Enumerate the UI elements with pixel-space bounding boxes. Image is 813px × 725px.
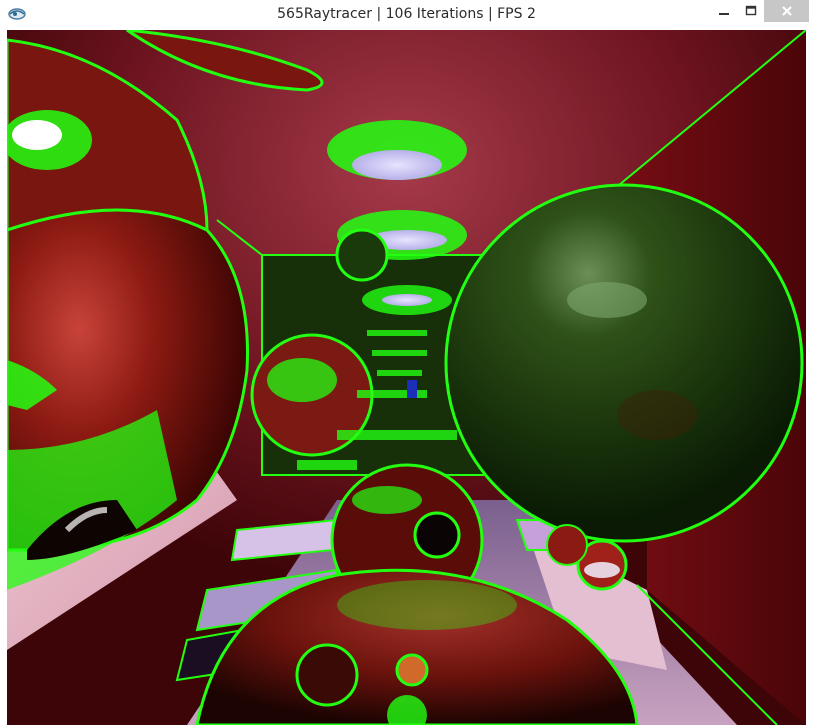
close-icon	[781, 2, 793, 21]
minimize-button[interactable]	[710, 0, 738, 22]
render-viewport[interactable]	[7, 30, 806, 725]
maximize-icon	[745, 2, 757, 21]
close-button[interactable]	[764, 0, 809, 22]
minimize-icon	[718, 2, 730, 21]
raytraced-render	[7, 30, 806, 725]
window-title: 565Raytracer | 106 Iterations | FPS 2	[277, 6, 536, 22]
app-window: 565Raytracer | 106 Iterations | FPS 2	[0, 0, 813, 725]
title-bar[interactable]: 565Raytracer | 106 Iterations | FPS 2	[0, 0, 813, 30]
maximize-button[interactable]	[738, 0, 764, 22]
